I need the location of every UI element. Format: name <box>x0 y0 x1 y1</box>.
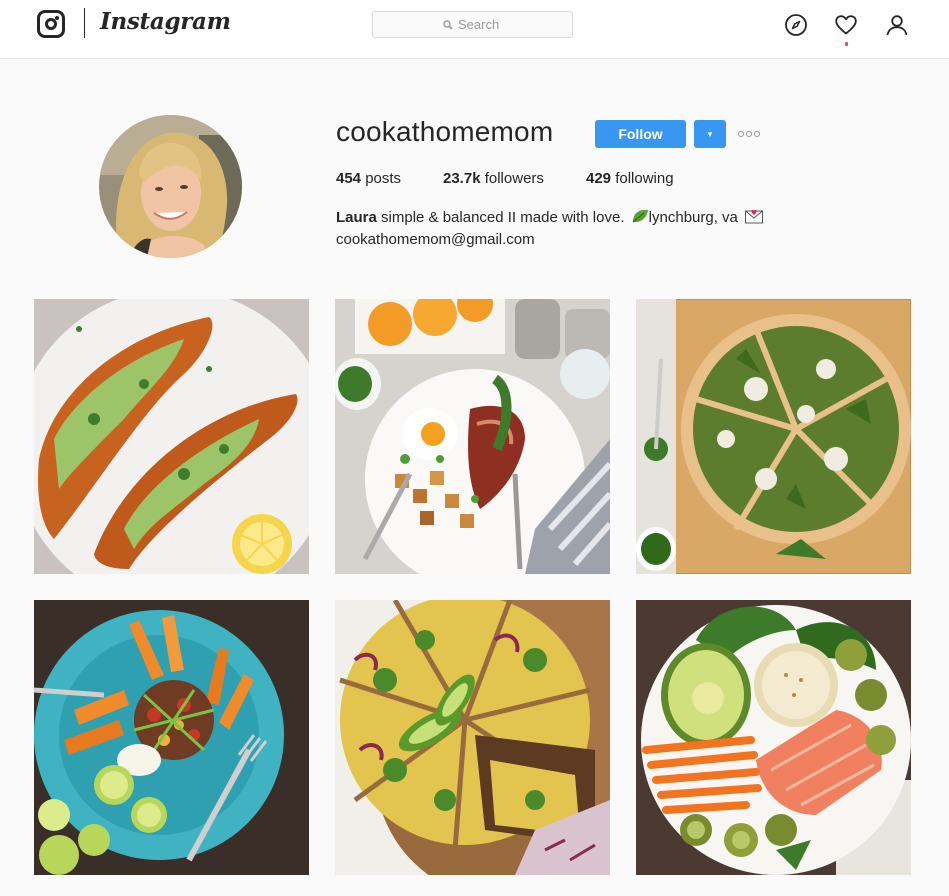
post-image-salmon-bowl <box>636 600 911 875</box>
post-tile[interactable] <box>34 600 309 875</box>
bio-text: simple & balanced II made with love. <box>381 209 625 226</box>
love-letter-icon <box>745 209 764 224</box>
notification-dot <box>845 42 848 46</box>
profile-bio: Laura simple & balanced II made with lov… <box>336 207 856 251</box>
post-tile[interactable] <box>636 299 911 574</box>
stat-following[interactable]: 429 following <box>586 170 674 187</box>
suggestions-dropdown-button[interactable]: ▾ <box>694 120 726 148</box>
posts-count: 454 <box>336 170 362 187</box>
profile-stats: 454 posts 23.7k followers 429 following <box>336 170 674 187</box>
post-tile[interactable] <box>636 600 911 875</box>
stat-followers[interactable]: 23.7k followers <box>443 170 586 187</box>
user-icon[interactable] <box>885 13 909 37</box>
profile-username: cookathomemom <box>336 116 554 147</box>
heart-icon[interactable] <box>834 13 858 37</box>
followers-label: followers <box>484 170 544 187</box>
dot-icon <box>746 131 752 137</box>
top-nav: Instagram <box>0 0 949 59</box>
instagram-wordmark[interactable]: Instagram <box>100 8 231 35</box>
posts-label: posts <box>365 170 402 187</box>
bio-name: Laura <box>336 209 377 226</box>
follow-button[interactable]: Follow <box>595 120 686 148</box>
profile-avatar[interactable] <box>99 115 242 258</box>
compass-icon[interactable] <box>784 13 808 37</box>
search-input[interactable] <box>458 17 502 32</box>
dot-icon <box>738 131 744 137</box>
post-tile[interactable] <box>34 299 309 574</box>
nav-divider <box>84 8 85 38</box>
post-image-sweet-potato-bowl <box>34 600 309 875</box>
post-image-spinach-frittata <box>335 600 610 875</box>
following-label: following <box>615 170 674 187</box>
dot-icon <box>754 131 760 137</box>
post-image-sweet-potato-toast <box>34 299 309 574</box>
following-count: 429 <box>586 170 612 187</box>
more-options-button[interactable] <box>738 127 762 141</box>
search-box[interactable] <box>372 11 573 38</box>
bio-email-link[interactable]: cookathomemom@gmail.com <box>336 231 535 248</box>
bio-location: lynchburg, va <box>648 209 738 226</box>
instagram-logo-icon[interactable] <box>37 10 65 38</box>
post-tile[interactable] <box>335 600 610 875</box>
post-image-pesto-pizza <box>636 299 911 574</box>
followers-count: 23.7k <box>443 170 481 187</box>
post-tile[interactable] <box>335 299 610 574</box>
stat-posts: 454 posts <box>336 170 443 187</box>
post-image-breakfast-plate <box>335 299 610 574</box>
search-icon <box>443 19 453 30</box>
leaf-icon <box>632 209 648 223</box>
